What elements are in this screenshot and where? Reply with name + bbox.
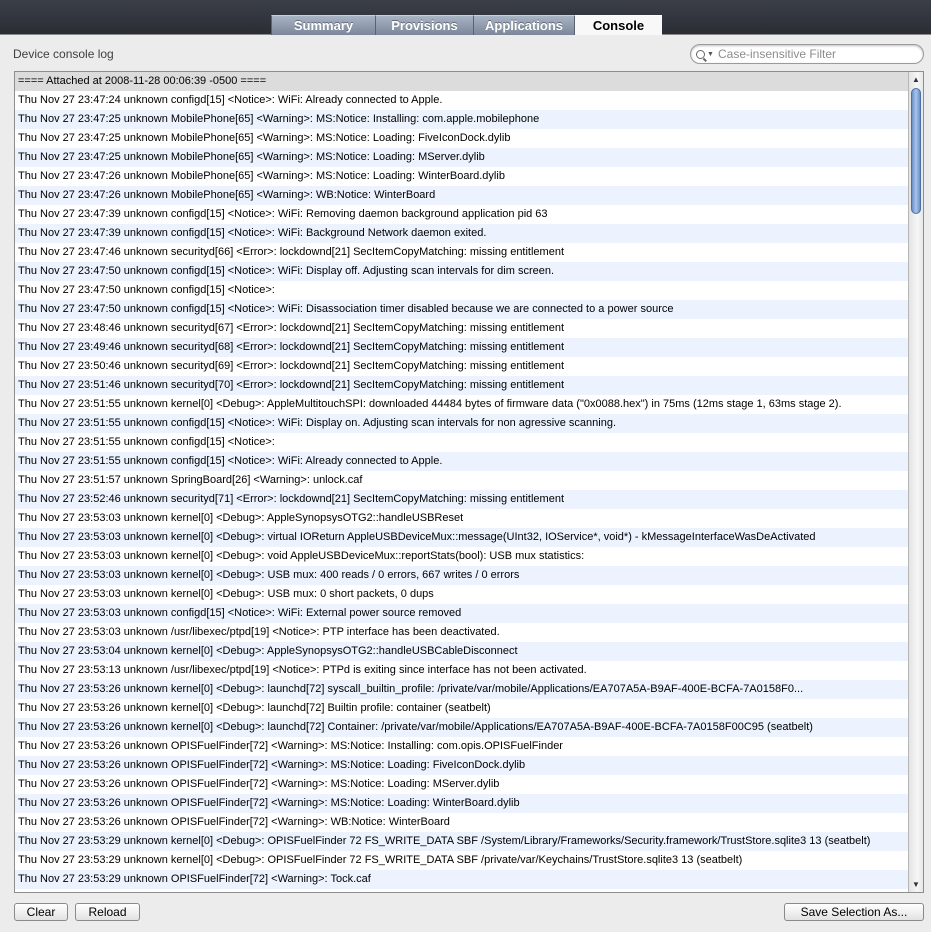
log-row[interactable]: Thu Nov 27 23:47:50 unknown configd[15] … [15, 281, 909, 300]
vertical-scrollbar[interactable]: ▲ ▼ [908, 72, 923, 892]
log-row[interactable]: Thu Nov 27 23:53:26 unknown kernel[0] <D… [15, 718, 909, 737]
log-row[interactable]: Thu Nov 27 23:53:03 unknown kernel[0] <D… [15, 566, 909, 585]
log-row[interactable]: Thu Nov 27 23:52:46 unknown securityd[71… [15, 490, 909, 509]
console-log[interactable]: ==== Attached at 2008-11-28 00:06:39 -05… [14, 71, 924, 893]
log-row[interactable]: Thu Nov 27 23:53:26 unknown OPISFuelFind… [15, 775, 909, 794]
tab-provisions[interactable]: Provisions [375, 15, 473, 35]
log-row[interactable]: Thu Nov 27 23:53:29 unknown OPISFuelFind… [15, 870, 909, 889]
log-row[interactable]: Thu Nov 27 23:53:26 unknown OPISFuelFind… [15, 794, 909, 813]
log-row[interactable]: Thu Nov 27 23:53:03 unknown kernel[0] <D… [15, 585, 909, 604]
log-rows: ==== Attached at 2008-11-28 00:06:39 -05… [15, 72, 909, 889]
log-row[interactable]: Thu Nov 27 23:47:50 unknown configd[15] … [15, 300, 909, 319]
log-row[interactable]: Thu Nov 27 23:53:03 unknown kernel[0] <D… [15, 528, 909, 547]
log-row[interactable]: Thu Nov 27 23:47:46 unknown securityd[66… [15, 243, 909, 262]
panel-title: Device console log [13, 47, 114, 61]
log-row[interactable]: Thu Nov 27 23:53:29 unknown kernel[0] <D… [15, 832, 909, 851]
log-row[interactable]: Thu Nov 27 23:47:26 unknown MobilePhone[… [15, 186, 909, 205]
reload-button[interactable]: Reload [75, 903, 140, 921]
search-icon[interactable]: ▼ [696, 47, 714, 61]
tab-summary[interactable]: Summary [271, 15, 375, 35]
log-row[interactable]: Thu Nov 27 23:53:04 unknown kernel[0] <D… [15, 642, 909, 661]
log-row[interactable]: Thu Nov 27 23:51:55 unknown configd[15] … [15, 414, 909, 433]
log-row[interactable]: Thu Nov 27 23:47:39 unknown configd[15] … [15, 224, 909, 243]
log-row[interactable]: Thu Nov 27 23:53:26 unknown OPISFuelFind… [15, 756, 909, 775]
log-row[interactable]: Thu Nov 27 23:47:50 unknown configd[15] … [15, 262, 909, 281]
log-row[interactable]: Thu Nov 27 23:53:29 unknown kernel[0] <D… [15, 851, 909, 870]
log-row[interactable]: Thu Nov 27 23:53:03 unknown kernel[0] <D… [15, 547, 909, 566]
tab-bar: Summary Provisions Applications Console [271, 15, 662, 35]
log-row[interactable]: Thu Nov 27 23:53:26 unknown OPISFuelFind… [15, 737, 909, 756]
log-row[interactable]: Thu Nov 27 23:51:55 unknown configd[15] … [15, 452, 909, 471]
log-row[interactable]: Thu Nov 27 23:53:26 unknown kernel[0] <D… [15, 699, 909, 718]
log-row[interactable]: Thu Nov 27 23:51:46 unknown securityd[70… [15, 376, 909, 395]
tab-applications[interactable]: Applications [473, 15, 574, 35]
clear-button[interactable]: Clear [14, 903, 68, 921]
log-row[interactable]: Thu Nov 27 23:50:46 unknown securityd[69… [15, 357, 909, 376]
log-row[interactable]: Thu Nov 27 23:53:26 unknown kernel[0] <D… [15, 680, 909, 699]
log-row[interactable]: Thu Nov 27 23:53:03 unknown kernel[0] <D… [15, 509, 909, 528]
scrollbar-thumb[interactable] [911, 88, 921, 214]
log-row[interactable]: Thu Nov 27 23:47:24 unknown configd[15] … [15, 91, 909, 110]
tab-console[interactable]: Console [574, 15, 662, 35]
save-selection-button[interactable]: Save Selection As... [784, 903, 924, 921]
log-row[interactable]: Thu Nov 27 23:47:26 unknown MobilePhone[… [15, 167, 909, 186]
log-row[interactable]: Thu Nov 27 23:51:57 unknown SpringBoard[… [15, 471, 909, 490]
log-row[interactable]: Thu Nov 27 23:49:46 unknown securityd[68… [15, 338, 909, 357]
log-row[interactable]: Thu Nov 27 23:53:13 unknown /usr/libexec… [15, 661, 909, 680]
filter-input[interactable] [714, 46, 923, 62]
log-row[interactable]: Thu Nov 27 23:53:03 unknown /usr/libexec… [15, 623, 909, 642]
log-row[interactable]: Thu Nov 27 23:47:39 unknown configd[15] … [15, 205, 909, 224]
log-row[interactable]: Thu Nov 27 23:47:25 unknown MobilePhone[… [15, 129, 909, 148]
log-row[interactable]: Thu Nov 27 23:53:03 unknown configd[15] … [15, 604, 909, 623]
top-toolbar: Summary Provisions Applications Console [0, 0, 931, 35]
log-header-row[interactable]: ==== Attached at 2008-11-28 00:06:39 -05… [15, 72, 909, 91]
log-row[interactable]: Thu Nov 27 23:53:26 unknown OPISFuelFind… [15, 813, 909, 832]
log-row[interactable]: Thu Nov 27 23:48:46 unknown securityd[67… [15, 319, 909, 338]
arrow-up-icon[interactable]: ▲ [909, 72, 923, 87]
log-row[interactable]: Thu Nov 27 23:51:55 unknown kernel[0] <D… [15, 395, 909, 414]
log-row[interactable]: Thu Nov 27 23:47:25 unknown MobilePhone[… [15, 110, 909, 129]
log-row[interactable]: Thu Nov 27 23:51:55 unknown configd[15] … [15, 433, 909, 452]
log-row[interactable]: Thu Nov 27 23:47:25 unknown MobilePhone[… [15, 148, 909, 167]
filter-field[interactable]: ▼ [690, 44, 924, 64]
arrow-down-icon[interactable]: ▼ [909, 877, 923, 892]
